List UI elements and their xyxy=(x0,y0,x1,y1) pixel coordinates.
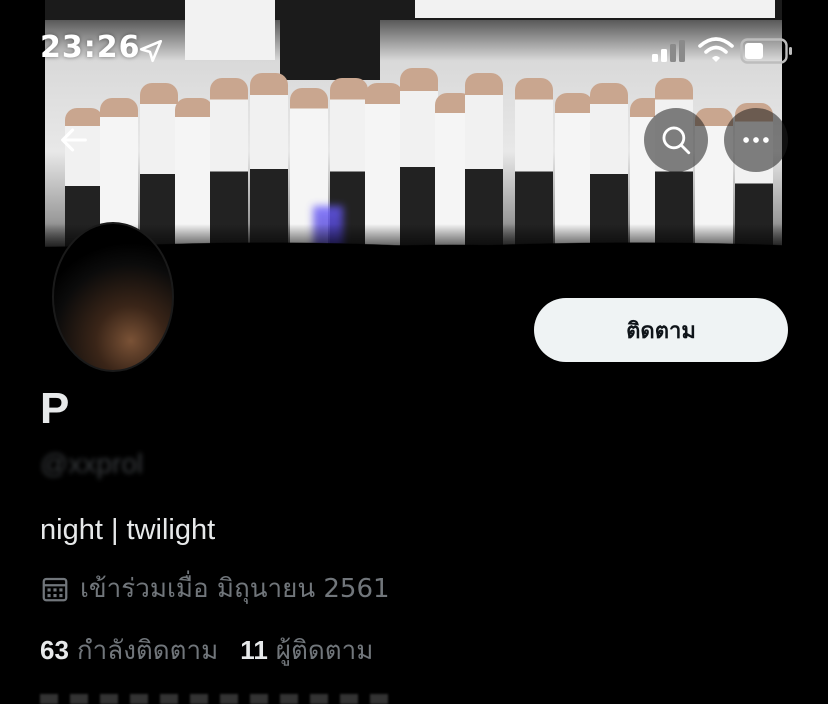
avatar[interactable] xyxy=(52,222,174,372)
display-name: P xyxy=(40,384,70,433)
followers-label: ผู้ติดตาม xyxy=(275,636,374,666)
truncated-content xyxy=(40,690,400,704)
battery-icon xyxy=(740,38,792,64)
search-button[interactable] xyxy=(644,108,708,172)
calendar-icon xyxy=(42,577,68,601)
following-label: กำลังติดตาม xyxy=(76,636,219,666)
follow-stats: 63 กำลังติดตาม 11 ผู้ติดตาม xyxy=(40,630,373,671)
follow-button[interactable]: ติดตาม xyxy=(534,298,788,362)
back-button[interactable] xyxy=(42,108,106,172)
status-time: 23:26 xyxy=(40,30,141,65)
following-count: 63 xyxy=(40,635,69,665)
location-arrow-icon xyxy=(139,39,163,63)
search-icon xyxy=(662,126,691,155)
signal-icon xyxy=(652,40,685,62)
username-handle: @xxprol xyxy=(40,448,144,479)
following-link[interactable]: 63 กำลังติดตาม xyxy=(40,630,218,671)
followers-link[interactable]: 11 ผู้ติดตาม xyxy=(240,630,373,671)
status-bar: 23:26 xyxy=(0,0,828,90)
more-button[interactable] xyxy=(724,108,788,172)
arrow-left-icon xyxy=(61,128,87,152)
bio-text: night | twilight xyxy=(40,514,216,546)
joined-date: เข้าร่วมเมื่อ มิถุนายน 2561 xyxy=(40,568,390,609)
followers-count: 11 xyxy=(240,635,268,665)
wifi-icon xyxy=(698,37,734,62)
joined-text: เข้าร่วมเมื่อ มิถุนายน 2561 xyxy=(80,574,390,604)
more-horizontal-icon xyxy=(743,137,769,143)
